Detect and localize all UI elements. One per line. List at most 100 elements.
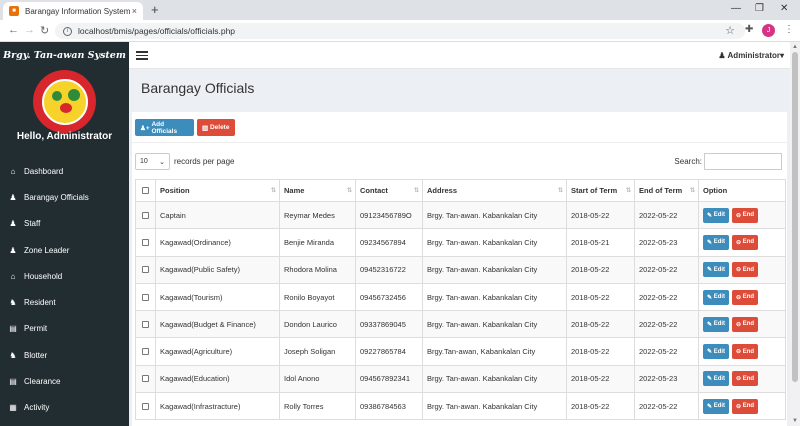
restore-icon[interactable]: ❐ <box>755 3 764 14</box>
sidebar-item-activity[interactable]: ▦ Activity <box>0 395 129 421</box>
browser-menu-icon[interactable]: ⋮ <box>784 24 794 35</box>
edit-button[interactable]: ✎ Edit <box>703 262 730 278</box>
contact-cell: 09337869045 <box>355 310 423 339</box>
sidebar-item-zone-leader[interactable]: ♟ Zone Leader <box>0 237 129 263</box>
column-header-position[interactable]: Position ⇅ <box>155 179 280 202</box>
add-officials-button[interactable]: ♟+ Add Officials <box>135 119 194 136</box>
records-per-page-select[interactable]: 10 ⌄ <box>135 153 170 170</box>
position-cell: Kagawad(Public Safety) <box>155 255 280 284</box>
bookmark-star-icon[interactable]: ☆ <box>725 24 735 37</box>
table-header-row: Position ⇅ Name ⇅ Contact ⇅ Address ⇅ Start … <box>135 179 786 202</box>
edit-button[interactable]: ✎ Edit <box>703 207 730 223</box>
sidebar-brand: Brgy. Tan-awan System <box>3 50 126 61</box>
back-icon[interactable]: ← <box>8 24 19 36</box>
tab-title: Barangay Information System <box>25 6 131 16</box>
sidebar-item-staff[interactable]: ♟ Staff <box>0 211 129 237</box>
delete-button[interactable]: ▥ Delete <box>197 119 235 136</box>
table-row: Kagawad(Infrastracture) Rolly Torres 093… <box>135 392 786 421</box>
end-button[interactable]: ⊖ End <box>732 207 759 223</box>
sort-icon: ⇅ <box>413 188 419 194</box>
start-term-cell: 2018-05-21 <box>566 228 635 257</box>
menu-toggle-icon[interactable] <box>136 51 148 60</box>
caret-down-icon: ▾ <box>779 51 784 60</box>
profile-avatar[interactable]: J <box>762 24 775 37</box>
column-header-end-of-term[interactable]: End of Term ⇅ <box>634 179 699 202</box>
minimize-icon[interactable]: — <box>731 3 741 14</box>
scroll-down-icon[interactable]: ▼ <box>792 418 798 424</box>
url-field[interactable]: i localhost/bmis/pages/officials/officia… <box>55 23 745 39</box>
sidebar-item-dashboard[interactable]: ⌂ Dashboard <box>0 158 129 184</box>
end-button[interactable]: ⊖ End <box>732 289 759 305</box>
row-checkbox[interactable] <box>142 266 149 274</box>
edit-button[interactable]: ✎ Edit <box>703 316 730 332</box>
end-button[interactable]: ⊖ End <box>732 371 759 387</box>
column-header-contact[interactable]: Contact ⇅ <box>355 179 423 202</box>
minus-circle-icon: ⊖ <box>736 239 743 246</box>
start-term-cell: 2018-05-22 <box>566 200 635 230</box>
sidebar-item-resident[interactable]: ♞ Resident <box>0 289 129 315</box>
row-checkbox[interactable] <box>142 375 149 383</box>
edit-button[interactable]: ✎ Edit <box>703 371 730 387</box>
scrollbar-thumb[interactable] <box>792 52 798 382</box>
tab-close-icon[interactable]: × <box>132 6 137 16</box>
end-button[interactable]: ⊖ End <box>732 316 759 332</box>
edit-button[interactable]: ✎ Edit <box>703 398 730 414</box>
extensions-icon[interactable]: ✚ <box>745 24 753 35</box>
option-cell: ✎ Edit ⊖ End <box>698 392 786 421</box>
sidebar-item-blotter[interactable]: ♞ Blotter <box>0 342 129 368</box>
info-icon[interactable]: i <box>63 26 72 36</box>
edit-button[interactable]: ✎ Edit <box>703 234 730 250</box>
row-checkbox[interactable] <box>142 402 149 410</box>
end-button[interactable]: ⊖ End <box>732 262 759 278</box>
table-row: Kagawad(Budget & Finance) Dondon Laurico… <box>135 310 786 339</box>
minus-circle-icon: ⊖ <box>736 349 743 356</box>
chevron-down-icon: ⌄ <box>159 158 165 166</box>
name-cell: Dondon Laurico <box>279 310 356 339</box>
sidebar-item-clearance[interactable]: ▤ Clearance <box>0 368 129 394</box>
address-cell: Brgy. Tan-awan. Kabankalan City <box>422 282 567 312</box>
row-checkbox[interactable] <box>142 238 149 246</box>
greeting-text: Hello, Administrator <box>16 131 113 142</box>
row-checkbox[interactable] <box>142 293 149 301</box>
row-checkbox[interactable] <box>142 211 149 219</box>
row-checkbox[interactable] <box>142 320 149 328</box>
user-icon: ♟ <box>9 245 17 255</box>
sort-icon: ⇅ <box>689 188 695 194</box>
option-cell: ✎ Edit ⊖ End <box>698 228 786 257</box>
end-button[interactable]: ⊖ End <box>732 234 759 250</box>
table-row: Kagawad(Tourism) Ronilo Boyayot 09456732… <box>135 282 786 312</box>
window-close-icon[interactable]: ✕ <box>780 3 788 14</box>
column-header-name[interactable]: Name ⇅ <box>279 179 356 202</box>
scroll-up-icon[interactable]: ▲ <box>792 44 798 50</box>
sidebar-item-household[interactable]: ⌂ Household <box>0 263 129 289</box>
column-header-address[interactable]: Address ⇅ <box>422 179 567 202</box>
users-icon: ♞ <box>9 350 17 360</box>
edit-button[interactable]: ✎ Edit <box>703 344 730 360</box>
page-scrollbar[interactable]: ▲ ▼ <box>790 42 800 426</box>
row-select <box>135 255 156 284</box>
page-title: Barangay Officials <box>141 80 255 96</box>
edit-icon: ✎ <box>707 212 714 219</box>
select-all-checkbox[interactable] <box>142 187 149 194</box>
end-button[interactable]: ⊖ End <box>732 344 759 360</box>
end-button[interactable]: ⊖ End <box>732 398 759 414</box>
user-menu[interactable]: ♟ Administrator▾ <box>718 51 784 60</box>
sidebar-item-permit[interactable]: ▤ Permit <box>0 316 129 342</box>
start-term-cell: 2018-05-22 <box>566 310 635 339</box>
edit-button[interactable]: ✎ Edit <box>703 289 730 305</box>
sidebar-item-barangay-officials[interactable]: ♟ Barangay Officials <box>0 184 129 210</box>
sidebar-item-label: Resident <box>24 298 56 308</box>
search-input[interactable] <box>704 153 782 170</box>
sort-icon: ⇅ <box>625 188 631 194</box>
new-tab-button[interactable]: + <box>151 2 159 17</box>
row-checkbox[interactable] <box>142 348 149 356</box>
address-cell: Brgy. Tan-awan. Kabankalan City <box>422 392 567 421</box>
minus-circle-icon: ⊖ <box>736 321 743 328</box>
browser-tab[interactable]: ■ Barangay Information System × <box>3 2 143 20</box>
edit-icon: ✎ <box>707 294 714 301</box>
column-header-start-of-term[interactable]: Start of Term ⇅ <box>566 179 635 202</box>
reload-icon[interactable]: ↻ <box>40 24 49 37</box>
address-cell: Brgy. Tan-awan. Kabankalan City <box>422 200 567 230</box>
start-term-cell: 2018-05-22 <box>566 364 635 394</box>
forward-icon[interactable]: → <box>24 24 35 36</box>
